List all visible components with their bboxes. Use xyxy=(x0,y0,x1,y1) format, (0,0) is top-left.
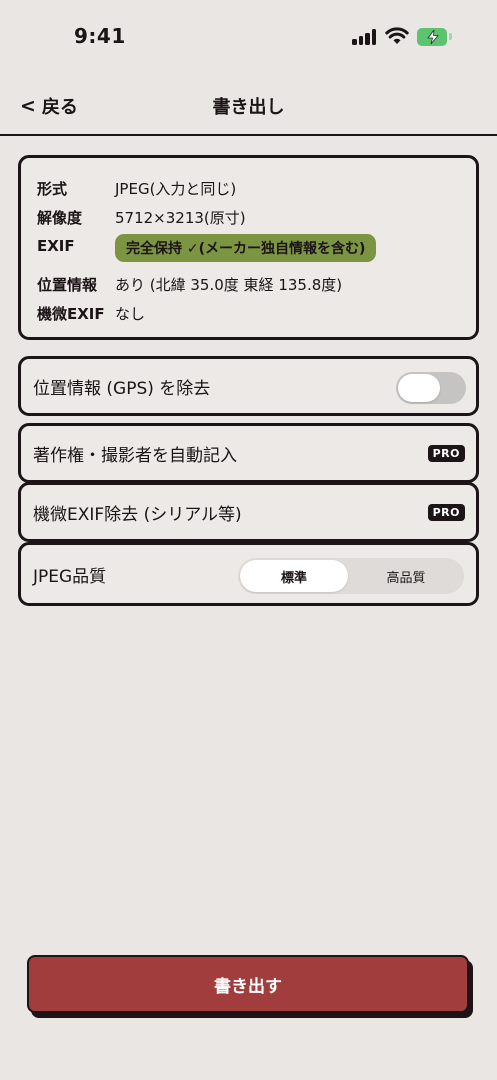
info-row-exif: EXIF 完全保持 ✓(メーカー独自情報を含む) xyxy=(37,234,377,262)
cellular-signal-icon xyxy=(352,29,378,45)
wifi-icon xyxy=(385,27,409,44)
jpeg-quality-row: JPEG品質 標準 高品質 xyxy=(18,542,479,606)
image-info-card: 形式 JPEG(入力と同じ) 解像度 5712×3213(原寸) EXIF 完全… xyxy=(18,155,479,340)
info-key: 解像度 xyxy=(37,209,83,227)
pro-badge: PRO xyxy=(427,445,465,462)
info-row-resolution: 解像度 5712×3213(原寸) xyxy=(37,207,246,228)
info-row-sensitive-exif: 機微EXIF なし xyxy=(37,303,145,324)
quality-option-high[interactable]: 高品質 xyxy=(352,560,460,592)
jpeg-quality-label: JPEG品質 xyxy=(33,566,107,587)
remove-gps-row[interactable]: 位置情報 (GPS) を除去 xyxy=(18,356,479,416)
exif-status-badge: 完全保持 ✓(メーカー独自情報を含む) xyxy=(115,234,377,262)
navigation-bar: < 戻る 書き出し xyxy=(0,80,497,136)
quality-option-standard[interactable]: 標準 xyxy=(240,560,348,592)
info-row-format: 形式 JPEG(入力と同じ) xyxy=(37,178,236,199)
remove-gps-toggle[interactable] xyxy=(396,372,466,404)
export-button[interactable]: 書き出す xyxy=(27,955,469,1013)
info-value: あり (北緯 35.0度 東経 135.8度) xyxy=(115,276,343,294)
auto-copyright-label: 著作権・撮影者を自動記入 xyxy=(33,445,237,466)
info-value: 5712×3213(原寸) xyxy=(115,209,246,227)
page-title: 書き出し xyxy=(212,97,285,118)
remove-sensitive-exif-row[interactable]: 機微EXIF除去 (シリアル等) PRO xyxy=(18,482,479,542)
info-key: 形式 xyxy=(37,180,68,198)
pro-badge: PRO xyxy=(427,504,465,521)
status-time: 9:41 xyxy=(74,24,126,48)
info-value: なし xyxy=(115,305,146,323)
auto-copyright-row[interactable]: 著作権・撮影者を自動記入 PRO xyxy=(18,423,479,483)
remove-sensitive-exif-label: 機微EXIF除去 (シリアル等) xyxy=(33,504,242,525)
info-key: 機微EXIF xyxy=(37,305,105,323)
info-row-location: 位置情報 あり (北緯 35.0度 東経 135.8度) xyxy=(37,274,342,295)
jpeg-quality-segmented-control: 標準 高品質 xyxy=(238,558,464,594)
export-screen: 9:41 < 戻る 書き出し 形式 JPEG(入力と同じ) 解像度 5712×3… xyxy=(0,0,497,1080)
toggle-knob xyxy=(398,374,440,402)
status-bar: 9:41 xyxy=(0,0,497,74)
info-key: 位置情報 xyxy=(37,276,98,294)
remove-gps-label: 位置情報 (GPS) を除去 xyxy=(33,378,211,399)
battery-nub xyxy=(449,33,452,40)
battery-charging-icon xyxy=(417,28,447,46)
info-key: EXIF xyxy=(37,237,75,255)
info-value: JPEG(入力と同じ) xyxy=(115,180,237,198)
